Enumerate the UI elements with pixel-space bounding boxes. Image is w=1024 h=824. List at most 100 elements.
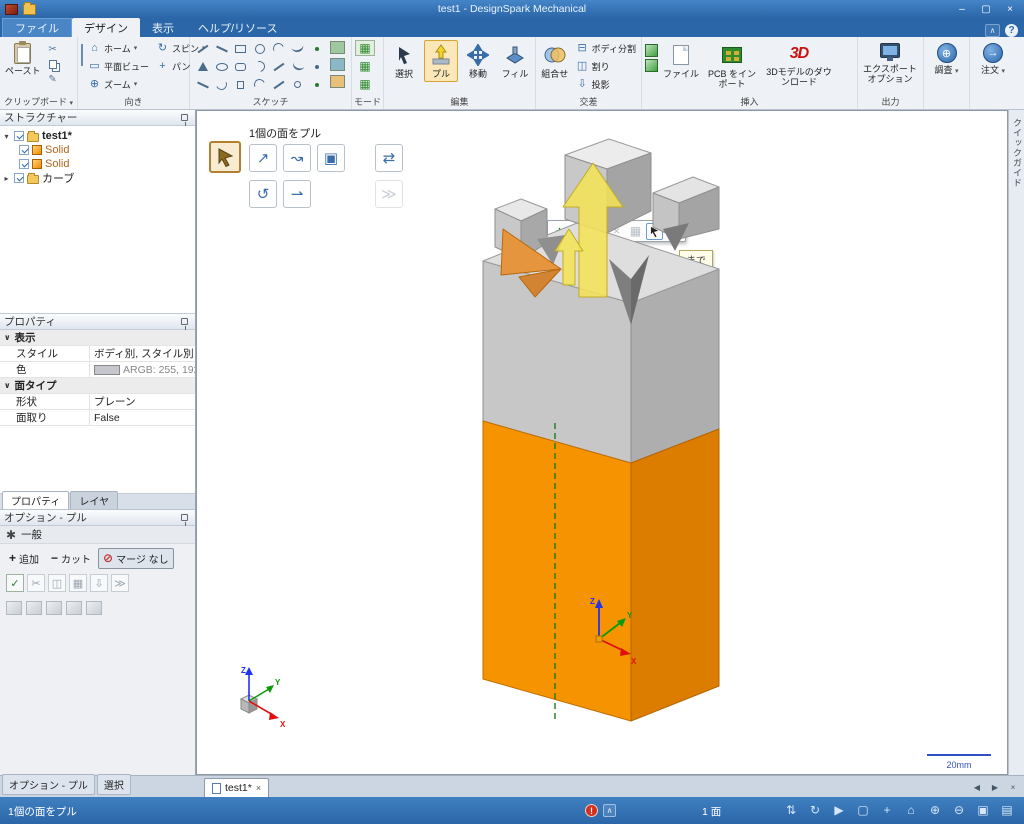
pull-option-icon[interactable]: ◫: [48, 574, 66, 592]
sketch-chamfer-icon[interactable]: [269, 76, 288, 93]
pull-target-icon[interactable]: [86, 601, 102, 615]
tab-help[interactable]: ヘルプ/リソース: [186, 18, 290, 37]
cut-icon[interactable]: ✂: [46, 43, 60, 56]
split-button[interactable]: ◫割り: [574, 58, 638, 74]
zoom-out-icon[interactable]: ⊖: [952, 803, 966, 818]
sketch-trim-icon[interactable]: [193, 76, 212, 93]
sketch-tangent-line-icon[interactable]: [212, 40, 231, 57]
right-panel-strip[interactable]: クイックガイド: [1008, 110, 1024, 775]
help-icon[interactable]: ?: [1005, 24, 1018, 37]
export-options-button[interactable]: エクスポートオプション: [861, 40, 919, 88]
sketch-point2-icon[interactable]: [307, 58, 326, 75]
copy-icon[interactable]: [46, 58, 60, 71]
maximize-button[interactable]: ▢: [974, 2, 998, 17]
tab-view[interactable]: 表示: [140, 18, 186, 37]
project-button[interactable]: ⇩投影: [574, 76, 638, 92]
paste-button[interactable]: ペースト: [3, 40, 43, 79]
external-component-icon[interactable]: [645, 59, 658, 72]
sketch-polygon-icon[interactable]: [193, 58, 212, 75]
tree-row-root[interactable]: ▾ test1*: [2, 129, 193, 143]
sketch-point-icon[interactable]: [307, 40, 326, 57]
dock-tab-select[interactable]: 選択: [97, 774, 131, 795]
sketch-circle-icon[interactable]: [250, 40, 269, 57]
visibility-checkbox[interactable]: [19, 145, 29, 155]
pull-select-tool-button[interactable]: [209, 141, 241, 173]
sketch-line3-icon[interactable]: [269, 58, 288, 75]
zoom-button[interactable]: ⊕ズーム▾: [86, 76, 151, 92]
cut-mode-button[interactable]: −カット: [46, 548, 96, 569]
sketch-project-icon[interactable]: [288, 76, 307, 93]
collapse-ribbon-button[interactable]: ∧: [985, 24, 1000, 37]
pull-revolve-button[interactable]: ↺: [249, 180, 277, 208]
minimize-button[interactable]: –: [950, 2, 974, 17]
order-button[interactable]: → 注文 ▾: [973, 40, 1013, 79]
tab-design[interactable]: デザイン: [72, 18, 140, 37]
property-row-color[interactable]: 色 ARGB: 255, 192, 192: [0, 362, 195, 378]
sketch-construction-icon[interactable]: [307, 76, 326, 93]
tree-row-solid1[interactable]: Solid: [2, 143, 193, 157]
add-mode-button[interactable]: +追加: [4, 548, 44, 569]
sketch-grid-icon[interactable]: [330, 41, 345, 54]
tab-file[interactable]: ファイル: [2, 18, 72, 37]
close-button[interactable]: ×: [998, 2, 1022, 17]
quick-guide-tab[interactable]: クイックガイド: [1009, 118, 1024, 188]
options-general-row[interactable]: ✱ 一般: [0, 526, 195, 544]
split-body-button[interactable]: ⊟ボディ分割: [574, 40, 638, 56]
move-tool-button[interactable]: 移動: [461, 40, 495, 82]
up-to-button[interactable]: [646, 223, 663, 240]
pull-tool-button[interactable]: プル: [424, 40, 458, 82]
sketch-offset-icon[interactable]: [212, 76, 231, 93]
fill-tool-button[interactable]: フィル: [498, 40, 532, 82]
select-mode-icon[interactable]: ▶: [832, 803, 846, 818]
pull-option-icon[interactable]: ▦: [69, 574, 87, 592]
property-row-chamfer[interactable]: 面取り False: [0, 410, 195, 426]
section-mode-icon[interactable]: ▦: [355, 58, 375, 74]
pin-icon[interactable]: [181, 318, 188, 325]
sketch-rounded-rect-icon[interactable]: [231, 58, 250, 75]
no-merge-button[interactable]: ⊘マージ なし: [98, 548, 174, 569]
spin-view-icon[interactable]: ↻: [808, 803, 822, 818]
pin-icon[interactable]: [181, 514, 188, 521]
pin-icon[interactable]: [181, 114, 188, 121]
3d-mode-icon[interactable]: ▦: [355, 76, 375, 92]
no-merge-icon[interactable]: ⊘: [589, 223, 606, 240]
sketch-plane-icon[interactable]: [330, 58, 345, 71]
3d-viewport[interactable]: 1個の面をプル ↗ ↝ ▣ ⇄ ↺ ⇀ ≫ + − ⊘ × ▦ ≫ まで: [196, 110, 1008, 775]
visibility-checkbox[interactable]: [19, 159, 29, 169]
pull-target-icon[interactable]: [66, 601, 82, 615]
tab-layers[interactable]: レイヤ: [70, 491, 118, 509]
pan-icon[interactable]: +: [880, 803, 894, 818]
sketch-rectangle-icon[interactable]: [231, 40, 250, 57]
sketch-arc2-icon[interactable]: [250, 58, 269, 75]
tab-properties[interactable]: プロパティ: [2, 491, 69, 509]
scroll-tabs-right-icon[interactable]: ▶: [988, 780, 1002, 794]
box-zoom-icon[interactable]: ▢: [856, 803, 870, 818]
sketch-mode-icon[interactable]: ▦: [355, 40, 375, 56]
home-view-button[interactable]: ⌂ホーム▾: [86, 40, 151, 56]
download-3d-button[interactable]: 3D 3Dモデルのダウンロード: [763, 40, 835, 91]
visibility-checkbox[interactable]: [14, 131, 24, 141]
add-material-icon[interactable]: +: [551, 223, 568, 240]
format-paint-icon[interactable]: ✎: [46, 73, 60, 86]
select-tool-button[interactable]: 選択: [387, 40, 421, 82]
sketch-mirror-icon[interactable]: [231, 76, 250, 93]
tree-row-solid2[interactable]: Solid: [2, 157, 193, 171]
zoom-extents-icon[interactable]: ▤: [1000, 803, 1014, 818]
sketch-ellipse-icon[interactable]: [212, 58, 231, 75]
expand-errors-icon[interactable]: ∧: [603, 804, 616, 817]
zoom-in-icon[interactable]: ⊕: [928, 803, 942, 818]
scroll-tabs-left-icon[interactable]: ◀: [970, 780, 984, 794]
document-tab[interactable]: test1* ×: [204, 778, 269, 797]
import-pcb-button[interactable]: PCB をインポート: [704, 40, 760, 93]
nav-updown-icon[interactable]: ⇅: [784, 803, 798, 818]
property-row-shape[interactable]: 形状 プレーン: [0, 394, 195, 410]
measure-pull-icon[interactable]: ✓: [6, 574, 24, 592]
dock-tab-options[interactable]: オプション - プル: [2, 774, 95, 795]
pull-direction-button[interactable]: ↗: [249, 144, 277, 172]
zoom-window-icon[interactable]: ▣: [976, 803, 990, 818]
sketch-arc-icon[interactable]: [269, 40, 288, 57]
close-document-icon[interactable]: ×: [256, 783, 261, 793]
visibility-checkbox[interactable]: [14, 173, 24, 183]
pull-target-icon[interactable]: [46, 601, 62, 615]
sketch-line-icon[interactable]: [193, 40, 212, 57]
